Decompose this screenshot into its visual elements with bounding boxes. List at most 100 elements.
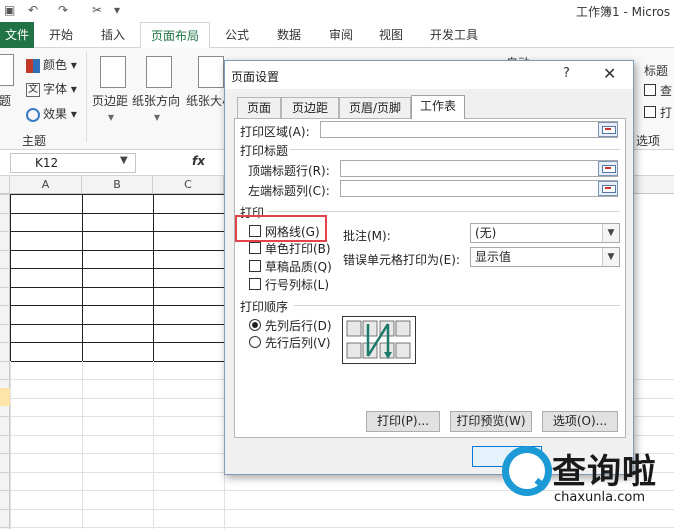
save-icon[interactable]: ▣ xyxy=(4,3,15,17)
row-header-divider xyxy=(0,472,10,473)
orientation-button[interactable]: 纸张方向 xyxy=(132,92,180,109)
row-col-headings-label: 行号列标(L) xyxy=(265,278,330,292)
down-then-over-radio[interactable] xyxy=(249,319,261,331)
row-header-divider xyxy=(0,379,10,380)
tab-page[interactable]: 页面 xyxy=(237,97,281,118)
tab-view[interactable]: 视图 xyxy=(368,22,414,48)
watermark-text-en: chaxunla.com xyxy=(554,490,645,505)
gridline-row xyxy=(10,213,224,214)
over-then-down-radio[interactable] xyxy=(249,336,261,348)
row-header-divider xyxy=(0,287,10,288)
top-rows-range-icon[interactable] xyxy=(598,161,618,176)
tab-page-layout[interactable]: 页面布局 xyxy=(140,22,210,49)
tab-formulas[interactable]: 公式 xyxy=(214,22,260,48)
tab-margins[interactable]: 页边距 xyxy=(281,97,339,118)
tab-sheet[interactable]: 工作表 xyxy=(411,95,465,119)
colors-button[interactable]: 颜色 ▾ xyxy=(26,56,77,73)
top-rows-input[interactable] xyxy=(340,160,618,177)
black-white-checkbox[interactable] xyxy=(249,242,261,254)
row-col-headings-checkbox[interactable] xyxy=(249,278,261,290)
gridline-row xyxy=(10,324,224,325)
effects-button[interactable]: 效果 ▾ xyxy=(26,105,77,122)
column-header-b[interactable]: B xyxy=(82,176,153,194)
print-area-input[interactable] xyxy=(320,121,618,138)
close-button[interactable]: ✕ xyxy=(603,64,616,83)
name-box-dropdown-icon[interactable]: ▼ xyxy=(120,155,128,166)
errors-label: 错误单元格打印为(E): xyxy=(343,253,460,267)
tab-home[interactable]: 开始 xyxy=(38,22,84,48)
dialog-titlebar: 页面设置 ? ✕ xyxy=(225,61,633,89)
print-titles-rule xyxy=(290,149,620,150)
row-header-divider xyxy=(0,231,10,232)
dialog-title: 页面设置 xyxy=(231,70,280,84)
window-title: 工作簿1 - Micros xyxy=(576,5,671,19)
print-titles-section: 打印标题 xyxy=(240,144,289,158)
row-header-divider xyxy=(0,435,10,436)
draft-quality-checkbox[interactable] xyxy=(249,260,261,272)
column-header-a[interactable]: A xyxy=(10,176,82,194)
orientation-dropdown-icon[interactable]: ▾ xyxy=(154,110,160,124)
gridlines-print-checkbox[interactable] xyxy=(644,106,656,118)
themes-icon[interactable] xyxy=(0,54,14,86)
gridline-row xyxy=(10,305,224,306)
comments-select[interactable]: (无) ▼ xyxy=(470,223,620,243)
print-preview-button[interactable]: 打印预览(W) xyxy=(450,411,532,432)
tab-developer[interactable]: 开发工具 xyxy=(418,22,490,48)
size-icon[interactable] xyxy=(198,56,224,88)
gridlines-highlight-box xyxy=(235,215,327,242)
tab-data[interactable]: 数据 xyxy=(264,22,314,48)
sheet-options-group-title: 选项 xyxy=(636,134,661,148)
help-button[interactable]: ? xyxy=(563,66,570,81)
margins-button[interactable]: 页边距 xyxy=(92,92,128,109)
undo-icon[interactable]: ↶ xyxy=(28,3,38,17)
gridlines-view-checkbox[interactable] xyxy=(644,84,656,96)
sheet-options-title-label: 标题 xyxy=(644,64,669,78)
row-header-divider xyxy=(0,250,10,251)
tab-file[interactable]: 文件 xyxy=(0,22,34,48)
fx-icon[interactable]: fx xyxy=(192,154,205,168)
tab-review[interactable]: 审阅 xyxy=(318,22,364,48)
column-header-c[interactable]: C xyxy=(153,176,224,194)
left-cols-input[interactable] xyxy=(340,180,618,197)
errors-select[interactable]: 显示值 ▼ xyxy=(470,247,620,267)
print-label: 打 xyxy=(660,106,673,120)
options-button[interactable]: 选项(O)... xyxy=(542,411,618,432)
fonts-button[interactable]: 文字体 ▾ xyxy=(26,80,77,97)
print-area-label: 打印区域(A): xyxy=(240,125,310,139)
customize-icon[interactable]: ▾ xyxy=(114,3,120,17)
print-area-range-icon[interactable] xyxy=(598,122,618,137)
row-header-divider xyxy=(0,342,10,343)
margins-dropdown-icon[interactable]: ▾ xyxy=(108,110,114,124)
chevron-down-icon: ▼ xyxy=(602,248,619,266)
ribbon-tabs: 文件 开始 插入 页面布局 公式 数据 审阅 视图 开发工具 xyxy=(0,22,674,49)
orientation-icon[interactable] xyxy=(146,56,172,88)
row-header-divider xyxy=(0,490,10,491)
gridline-col xyxy=(153,361,154,529)
tab-insert[interactable]: 插入 xyxy=(90,22,136,48)
fonts-icon: 文 xyxy=(26,82,40,97)
tools-icon[interactable]: ✂ xyxy=(92,3,102,17)
top-rows-label: 顶端标题行(R): xyxy=(248,164,330,178)
page-order-preview-icon xyxy=(342,316,416,364)
select-all-corner[interactable] xyxy=(0,176,10,194)
gridline-col xyxy=(82,194,83,361)
gridline-col xyxy=(10,361,11,529)
page-order-section: 打印顺序 xyxy=(240,300,289,314)
margins-icon[interactable] xyxy=(100,56,126,88)
themes-button-label[interactable]: 题 xyxy=(0,92,11,109)
row-header-divider xyxy=(0,194,10,195)
left-cols-range-icon[interactable] xyxy=(598,181,618,196)
selected-row-header xyxy=(0,388,10,406)
quick-access-toolbar: ▣ ↶ ↷ ✂ ▾ 工作簿1 - Micros xyxy=(0,0,674,22)
comments-label: 批注(M): xyxy=(343,229,391,243)
errors-value: 显示值 xyxy=(475,250,512,264)
print-button[interactable]: 打印(P)... xyxy=(366,411,440,432)
redo-icon[interactable]: ↷ xyxy=(58,3,68,17)
chevron-down-icon: ▼ xyxy=(602,224,619,242)
name-box[interactable]: K12 xyxy=(10,153,136,173)
tab-header-footer[interactable]: 页眉/页脚 xyxy=(339,97,411,118)
row-header-divider xyxy=(0,324,10,325)
gridline-col xyxy=(82,361,83,529)
row-header-divider xyxy=(0,361,10,362)
fonts-label: 字体 xyxy=(43,82,68,96)
